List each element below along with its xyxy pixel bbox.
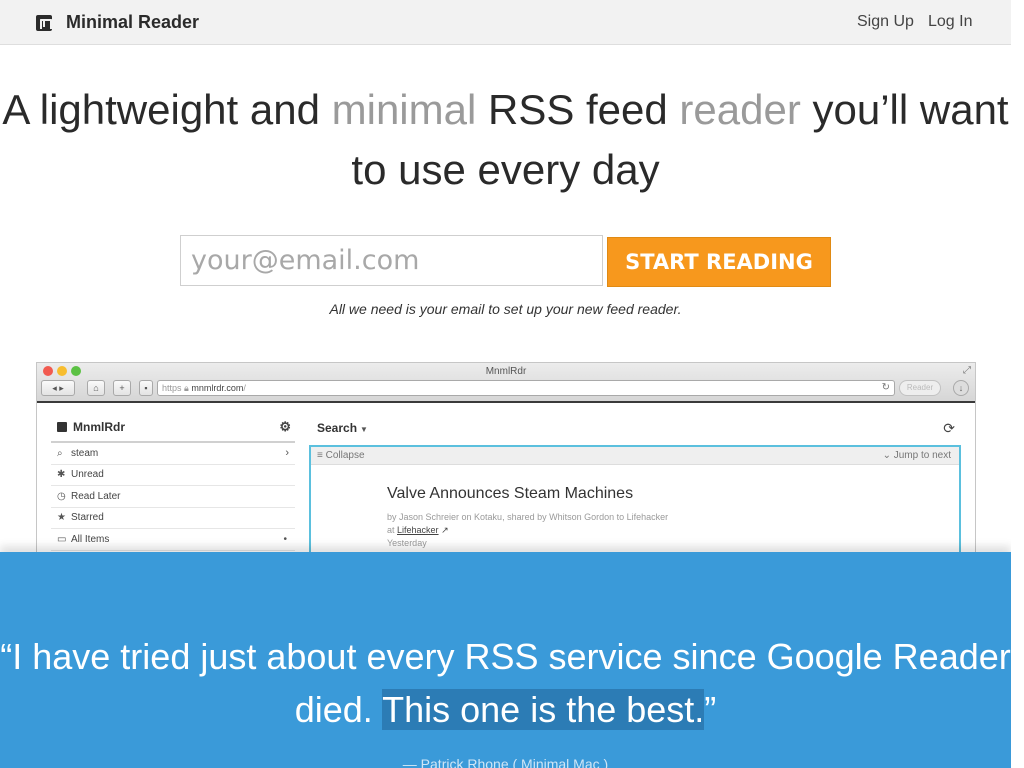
app-screenshot: MnmlRdr ⤢ ◂ ▸ ⌂ + ▪ https 🔒︎ mnmlrdr.com… [36,362,976,562]
scrollbar-gutter [1011,0,1024,768]
collapse-label: Collapse [325,450,365,461]
log-in-link[interactable]: Log In [928,13,972,31]
sidebar-item-label: Starred [71,512,104,524]
star-icon: ★ [57,512,66,524]
fullscreen-icon: ⤢ [963,365,971,376]
quote-highlight: This one is the best. [382,689,705,730]
sidebar-icon: ▪ [139,380,153,396]
article-byline: by Jason Schreier on Kotaku, shared by W… [387,512,669,522]
signup-hint: All we need is your email to set up your… [329,301,682,317]
browser-toolbar: MnmlRdr ⤢ ◂ ▸ ⌂ + ▪ https 🔒︎ mnmlrdr.com… [37,363,975,403]
sidebar-item-unread: ✱ Unread [51,465,295,486]
article-source-line: at Lifehacker ↗ [387,524,668,537]
article-source-link: Lifehacker [397,525,439,535]
url-protocol: https [162,383,182,393]
signup-form: START READING [180,235,831,287]
refresh-icon: ⟳ [943,420,955,436]
asterisk-icon: ✱ [57,469,66,481]
sidebar-item-all-items: ▭ All Items • [51,529,295,551]
window-title: MnmlRdr [485,366,527,377]
external-link-icon: ↗ [441,525,449,535]
brand-link[interactable]: Minimal Reader [36,12,199,33]
sidebar-item-label: Unread [71,469,104,481]
sidebar-item-label: All Items [71,533,110,545]
headline-text: RSS feed [476,86,680,133]
hero-headline: A lightweight and minimal RSS feed reade… [0,80,1011,200]
start-reading-button[interactable]: START READING [607,237,831,287]
app-main: Search ▼ ⟳ ≡ Collapse ⌄ Jump to next Valv… [309,413,961,561]
dot-icon: • [283,533,287,545]
lock-icon: 🔒︎ [184,383,189,393]
headline-muted-word: reader [679,86,801,133]
article-date: Yesterday [387,538,427,548]
clock-icon: ◷ [57,490,66,502]
testimonial-quote: “I have tried just about every RSS servi… [0,630,1011,736]
article-source-prefix: at [387,525,398,535]
quote-close: ” [704,689,717,730]
app-brand: MnmlRdr ⚙ [51,413,295,443]
sidebar-item-read-later: ◷ Read Later [51,486,295,508]
sidebar-item-label: Read Later [71,490,121,502]
app-brand-name: MnmlRdr [73,420,125,434]
article-title: Valve Announces Steam Machines [387,485,634,502]
jump-to-next: ⌄ Jump to next [883,447,951,465]
sidebar-item-search: ⌕ steam › [51,443,295,465]
sidebar-item-starred: ★ Starred [51,508,295,529]
chevron-down-icon: ⌄ [882,450,891,461]
minimal-reader-logo-icon [36,14,52,31]
brand-name: Minimal Reader [66,12,200,32]
article-toolbar: ≡ Collapse ⌄ Jump to next [311,447,959,465]
home-icon: ⌂ [87,380,105,396]
back-forward-icon: ◂ ▸ [41,380,75,396]
reader-button: Reader [899,380,941,396]
sign-up-link[interactable]: Sign Up [857,13,914,31]
url-path: / [243,383,246,393]
chevron-right-icon: › [285,447,289,460]
headline-muted-word: minimal [331,86,477,133]
mnmlrdr-logo-icon [57,422,67,432]
headline-text: A lightweight and [2,86,332,133]
top-nav: Minimal Reader Sign Up Log In [0,0,1024,45]
search-menu-label: Search [317,421,358,435]
article-card: ≡ Collapse ⌄ Jump to next Valve Announce… [309,445,961,561]
sidebar-item-label: steam [71,447,99,459]
reload-icon: ↻ [881,382,890,393]
testimonial-attribution: — Patrick Rhone ( Minimal Mac ) [402,756,609,768]
address-bar: https 🔒︎ mnmlrdr.com/ ↻ [157,380,895,396]
url-host: mnmlrdr.com [191,383,244,393]
downloads-icon: ↓ [953,380,969,396]
article-meta: by Jason Schreier on Kotaku, shared by W… [387,511,668,550]
testimonial-section: “I have tried just about every RSS servi… [0,552,1011,768]
jump-to-next-label: Jump to next [893,450,951,461]
caret-down-icon: ▼ [360,425,368,434]
collapse-icon: ≡ [317,450,323,461]
search-icon: ⌕ [57,447,63,459]
gear-icon: ⚙ [279,419,291,434]
folder-icon: ▭ [57,533,67,545]
app-search-header: Search ▼ ⟳ [309,413,961,443]
email-input[interactable] [180,235,603,286]
add-bookmark-icon: + [113,380,131,396]
app-sidebar: MnmlRdr ⚙ ⌕ steam › ✱ Unread ◷ Read Late… [51,413,295,551]
